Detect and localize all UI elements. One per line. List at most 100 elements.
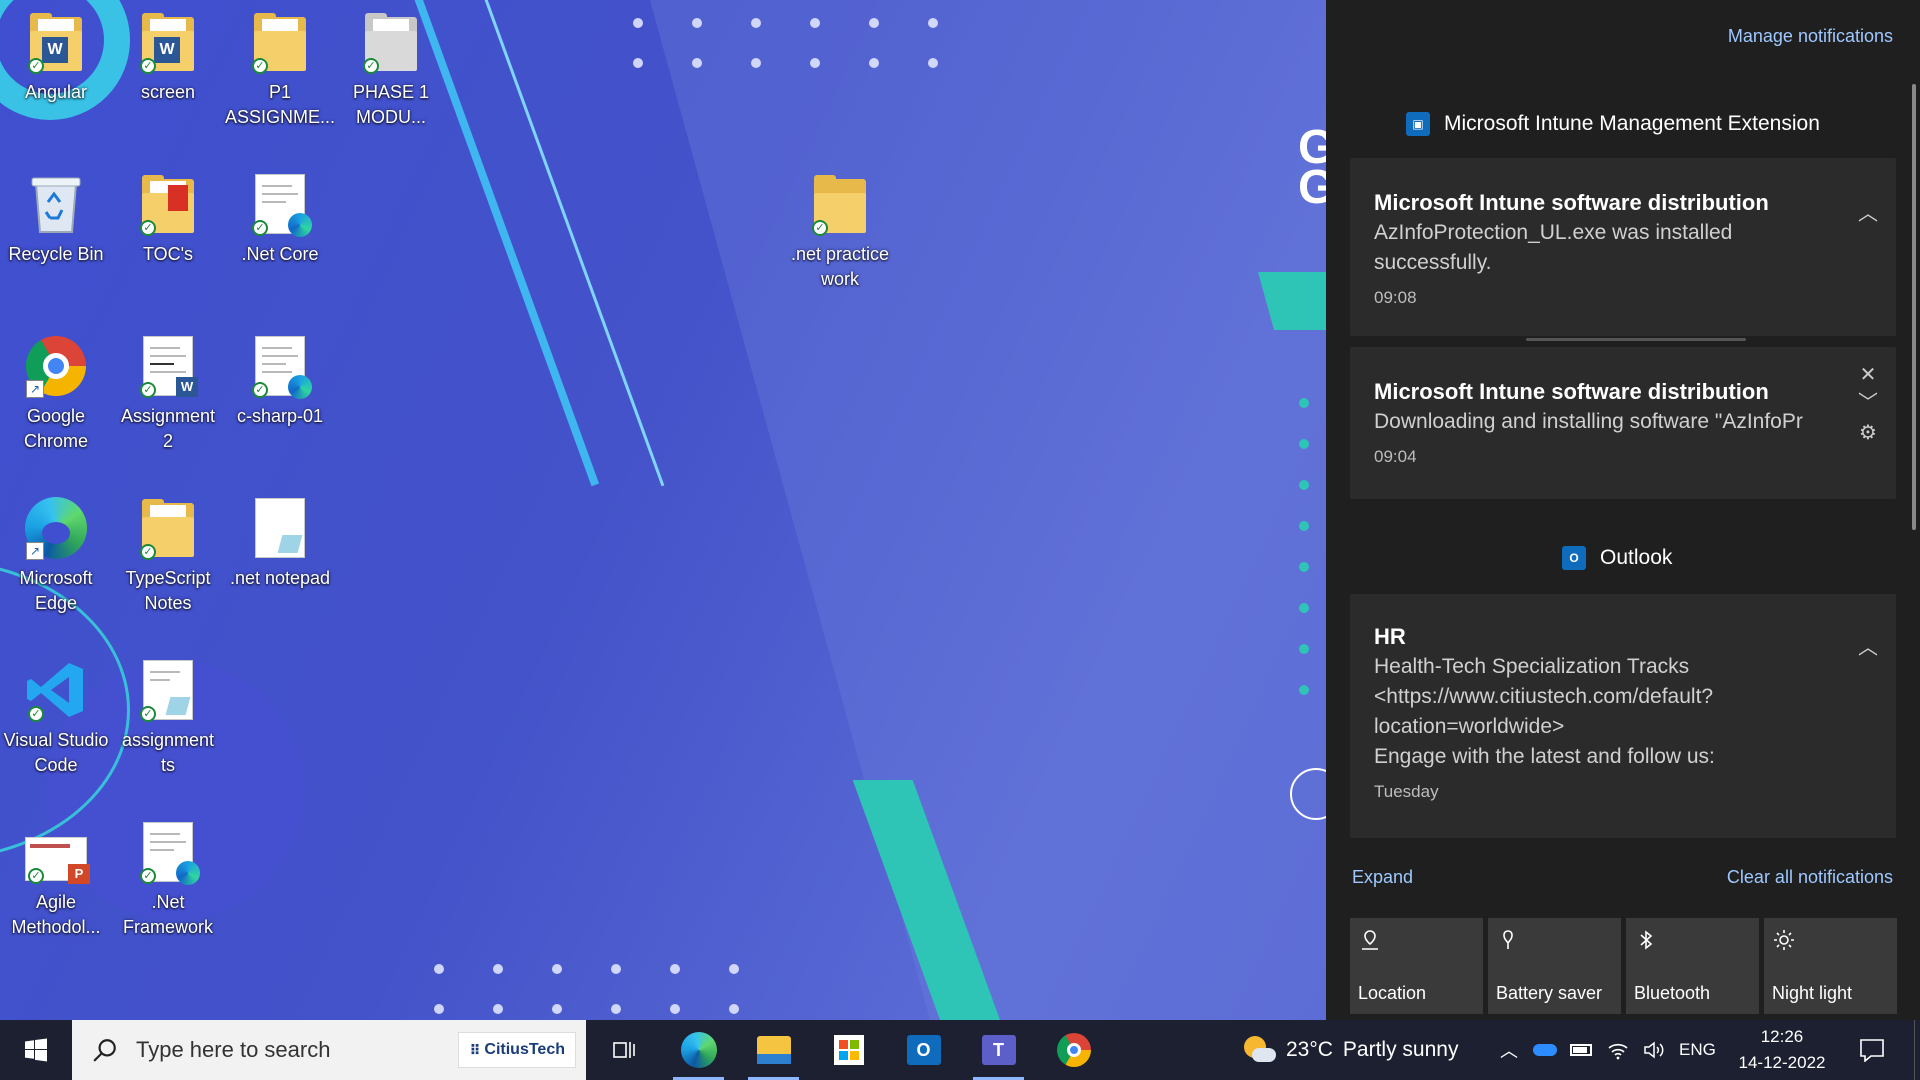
notification-time: Tuesday bbox=[1374, 782, 1439, 801]
notification-title: HR bbox=[1374, 624, 1406, 649]
input-language-indicator[interactable]: ENG bbox=[1679, 1020, 1716, 1080]
folder-icon: W ✓ bbox=[136, 10, 200, 74]
desktop-icon-net-framework[interactable]: ✓ .Net Framework bbox=[113, 820, 223, 940]
action-center-scrollbar[interactable] bbox=[1912, 84, 1916, 530]
desktop-icon-phase1[interactable]: ✓ PHASE 1 MODU... bbox=[336, 10, 446, 130]
taskbar-app-microsoft-store[interactable] bbox=[811, 1020, 886, 1080]
collapse-icon[interactable]: ︿ bbox=[1856, 636, 1880, 660]
wallpaper-shape bbox=[650, 0, 1350, 1020]
desktop-icon-recycle-bin[interactable]: Recycle Bin bbox=[1, 172, 111, 267]
desktop-icon-microsoft-edge[interactable]: ↗ Microsoft Edge bbox=[1, 496, 111, 616]
outlook-icon: O bbox=[906, 1035, 941, 1065]
taskbar-app-outlook[interactable]: O bbox=[886, 1020, 961, 1080]
show-hidden-icons-button[interactable]: ︿ bbox=[1494, 1020, 1524, 1080]
notification-time: 09:04 bbox=[1374, 447, 1417, 466]
partly-sunny-icon bbox=[1244, 1036, 1276, 1064]
gear-icon[interactable]: ⚙ bbox=[1856, 421, 1880, 445]
bluetooth-icon bbox=[1640, 930, 1653, 950]
desktop-icon-label: Assignment 2 bbox=[120, 406, 216, 451]
quick-action-location[interactable]: Location bbox=[1350, 918, 1483, 1014]
outlook-app-icon: O bbox=[1562, 546, 1586, 570]
desktop-icon-c-sharp-01[interactable]: ✓ c-sharp-01 bbox=[225, 334, 335, 429]
show-desktop-button[interactable] bbox=[1914, 1020, 1920, 1080]
intune-app-icon: ▣ bbox=[1406, 112, 1430, 136]
wifi-icon[interactable] bbox=[1603, 1020, 1633, 1080]
quick-action-night-light[interactable]: Night light bbox=[1764, 918, 1897, 1014]
notification-group-header: ▣ Microsoft Intune Management Extension bbox=[1406, 112, 1820, 136]
battery-icon[interactable] bbox=[1566, 1020, 1596, 1080]
weather-desc: Partly sunny bbox=[1342, 1038, 1459, 1061]
powerpoint-document-icon: P ✓ bbox=[24, 820, 90, 884]
desktop-icon-net-core[interactable]: ✓ .Net Core bbox=[225, 172, 335, 267]
clock-date: 14-12-2022 bbox=[1738, 1053, 1826, 1072]
desktop-icon-p1-assignment[interactable]: ✓ P1 ASSIGNME... bbox=[225, 10, 335, 130]
taskbar-app-chrome[interactable] bbox=[1036, 1020, 1111, 1080]
taskbar-app-file-explorer[interactable] bbox=[736, 1020, 811, 1080]
wallpaper-bullets bbox=[1299, 398, 1309, 695]
battery-saver-icon bbox=[1503, 930, 1513, 949]
taskbar-app-teams[interactable]: T bbox=[961, 1020, 1036, 1080]
quick-action-bluetooth[interactable]: Bluetooth bbox=[1626, 918, 1759, 1014]
task-view-button[interactable] bbox=[586, 1020, 661, 1080]
desktop-icon-label: Agile Methodol... bbox=[11, 892, 101, 937]
notification-stack-edge bbox=[1526, 338, 1746, 341]
taskbar-app-edge[interactable] bbox=[661, 1020, 736, 1080]
clear-all-notifications-link[interactable]: Clear all notifications bbox=[1727, 867, 1893, 888]
volume-icon[interactable] bbox=[1639, 1020, 1669, 1080]
vscode-icon: ✓ bbox=[24, 658, 88, 722]
notification-card[interactable]: Microsoft Intune software distribution D… bbox=[1350, 347, 1896, 499]
action-center: Manage notifications ▣ Microsoft Intune … bbox=[1326, 0, 1920, 1020]
chevron-down-icon[interactable]: ﹀ bbox=[1856, 391, 1880, 415]
notification-card[interactable]: Microsoft Intune software distribution A… bbox=[1350, 158, 1896, 336]
desktop-icon-assignment2[interactable]: W ✓ Assignment 2 bbox=[113, 334, 223, 454]
notification-icon bbox=[1860, 1039, 1884, 1062]
manage-notifications-link[interactable]: Manage notifications bbox=[1728, 26, 1893, 47]
edge-icon bbox=[680, 1032, 717, 1068]
desktop-icon-vscode[interactable]: ✓ Visual Studio Code bbox=[1, 658, 111, 778]
search-brand-logo: ⠿ CitiusTech bbox=[458, 1032, 576, 1068]
weather-temp: 23°C bbox=[1286, 1038, 1333, 1061]
notepad-document-icon bbox=[248, 496, 312, 560]
brand-grid-icon: ⠿ bbox=[469, 1041, 481, 1058]
expand-quick-actions-link[interactable]: Expand bbox=[1352, 867, 1413, 888]
desktop-icon-label: Microsoft Edge bbox=[19, 568, 93, 613]
desktop-icon-assignment-ts[interactable]: ✓ assignment ts bbox=[113, 658, 223, 778]
quick-action-battery-saver[interactable]: Battery saver bbox=[1488, 918, 1621, 1014]
taskbar-clock[interactable]: 12:26 14-12-2022 bbox=[1732, 1020, 1832, 1080]
desktop-icon-angular[interactable]: W ✓ Angular bbox=[1, 10, 111, 105]
folder-icon: W ✓ bbox=[24, 10, 88, 74]
desktop-icon-typescript-notes[interactable]: ✓ TypeScript Notes bbox=[113, 496, 223, 616]
notification-card[interactable]: HR Health-Tech Specialization Tracks <ht… bbox=[1350, 594, 1896, 838]
microsoft-store-icon bbox=[833, 1035, 864, 1065]
desktop-icon-google-chrome[interactable]: ↗ Google Chrome bbox=[1, 334, 111, 454]
desktop-icon-label: Recycle Bin bbox=[8, 244, 104, 264]
desktop-icon-tocs[interactable]: ✓ TOC's bbox=[113, 172, 223, 267]
quick-action-label: Bluetooth bbox=[1634, 983, 1711, 1003]
desktop-icon-label: TypeScript Notes bbox=[125, 568, 211, 613]
notification-title: Microsoft Intune software distribution bbox=[1374, 190, 1769, 215]
close-icon[interactable]: ✕ bbox=[1856, 363, 1880, 387]
desktop-icon-label: Google Chrome bbox=[23, 406, 89, 451]
desktop-icon-label: .Net Framework bbox=[122, 892, 213, 937]
quick-action-label: Location bbox=[1358, 983, 1427, 1003]
start-button[interactable] bbox=[0, 1020, 72, 1080]
windows-icon bbox=[25, 1038, 47, 1062]
desktop-icon-net-notepad[interactable]: .net notepad bbox=[225, 496, 335, 591]
edge-document-icon: ✓ bbox=[248, 172, 312, 237]
weather-widget[interactable]: 23°C Partly sunny bbox=[1244, 1020, 1458, 1080]
quick-action-label: Night light bbox=[1772, 983, 1853, 1003]
onedrive-icon[interactable] bbox=[1530, 1020, 1560, 1080]
action-center-button[interactable] bbox=[1842, 1020, 1902, 1080]
recycle-bin-icon bbox=[24, 172, 88, 236]
desktop-icon-label: Visual Studio Code bbox=[3, 730, 109, 775]
desktop-icon-label: assignment ts bbox=[121, 730, 215, 775]
notification-body: Downloading and installing software "AzI… bbox=[1374, 410, 1803, 433]
clock-time: 12:26 bbox=[1760, 1027, 1804, 1046]
desktop-icon-screen[interactable]: W ✓ screen bbox=[113, 10, 223, 105]
taskbar-search-box[interactable]: Type here to search ⠿ CitiusTech bbox=[72, 1020, 586, 1080]
folder-icon: ✓ bbox=[359, 10, 423, 74]
collapse-icon[interactable]: ︿ bbox=[1856, 202, 1880, 226]
notification-body: AzInfoProtection_UL.exe was installed su… bbox=[1374, 221, 1733, 274]
desktop-icon-net-practice-work[interactable]: ✓ .net practice work bbox=[785, 172, 895, 292]
desktop-icon-agile[interactable]: P ✓ Agile Methodol... bbox=[1, 820, 111, 940]
